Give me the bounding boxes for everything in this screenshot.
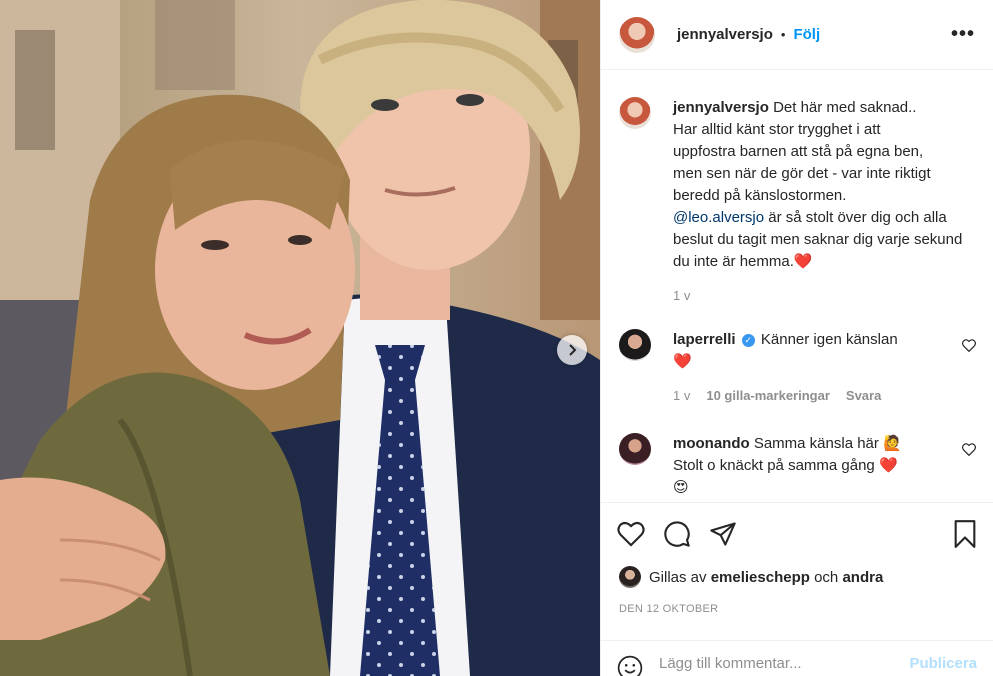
likes-summary: Gillas av emelieschepp och andra <box>619 566 883 588</box>
add-comment-bar: Publicera <box>601 640 993 676</box>
comment-body: Känner igen känslan <box>760 331 898 348</box>
photo-illustration <box>0 0 600 676</box>
reply-button[interactable]: Svara <box>846 385 881 407</box>
comment-item: laperrelli ✓ Känner igen känslan ❤️ 1 v … <box>601 329 993 407</box>
caption-username[interactable]: jennyalversjo <box>673 99 769 116</box>
comment-heart-icon[interactable] <box>962 339 976 357</box>
comment-body: Samma känsla här 🙋 <box>753 435 902 452</box>
comment-body-2: Stolt o knäckt på samma gång ❤️ <box>673 457 898 474</box>
comment-likes[interactable]: 10 gilla-markeringar <box>706 385 830 407</box>
comment-icon[interactable] <box>663 520 691 548</box>
caption-line-2: Har alltid känt stor trygghet i att <box>673 121 881 138</box>
author-avatar[interactable] <box>619 16 655 53</box>
caption-line-1: Det här med saknad.. <box>773 99 917 116</box>
comment-username[interactable]: laperrelli <box>673 331 736 348</box>
caption-line-4: men sen när de gör det - var inte riktig… <box>673 165 931 182</box>
comment-text: laperrelli ✓ Känner igen känslan ❤️ 1 v … <box>673 329 963 407</box>
comment-input[interactable] <box>659 655 879 672</box>
heart-icon[interactable] <box>617 521 645 547</box>
emoji-icon[interactable] <box>617 655 643 676</box>
comment-text: moonando Samma känsla här 🙋 Stolt o knäc… <box>673 433 963 499</box>
caption-time[interactable]: 1 v <box>673 285 690 307</box>
liker-username[interactable]: emelieschepp <box>711 569 810 586</box>
likes-middle: och <box>814 568 839 586</box>
post-panel: jennyalversjo • Följ ••• jennyalversjo D… <box>600 0 993 676</box>
more-options-icon[interactable]: ••• <box>951 23 975 46</box>
caption: jennyalversjo Det här med saknad.. Har a… <box>601 97 981 307</box>
comment-body-3: 😍 <box>673 479 689 496</box>
chevron-right-icon <box>569 344 577 356</box>
comment-avatar[interactable] <box>619 433 651 465</box>
likes-others-link[interactable]: andra <box>842 569 883 586</box>
caption-avatar[interactable] <box>619 97 651 129</box>
next-photo-button[interactable] <box>557 335 587 365</box>
caption-line-5: beredd på känslostormen. <box>673 187 847 204</box>
comment-heart-icon[interactable] <box>962 443 976 461</box>
liker-avatar[interactable] <box>619 566 641 588</box>
comment-item: moonando Samma känsla här 🙋 Stolt o knäc… <box>601 433 993 499</box>
comment-meta: 1 v 10 gilla-markeringar Svara <box>673 385 963 407</box>
comment-username[interactable]: moonando <box>673 435 750 452</box>
publish-button[interactable]: Publicera <box>909 655 977 672</box>
comment-time[interactable]: 1 v <box>673 385 690 407</box>
comments-list[interactable]: jennyalversjo Det här med saknad.. Har a… <box>601 71 993 502</box>
mention-link[interactable]: @leo.alversjo <box>673 209 764 226</box>
follow-button[interactable]: Följ <box>793 26 820 43</box>
comment-avatar[interactable] <box>619 329 651 361</box>
post-date[interactable]: DEN 12 OKTOBER <box>619 603 718 615</box>
author-username[interactable]: jennyalversjo <box>677 26 773 43</box>
post-header: jennyalversjo • Följ ••• <box>601 0 993 70</box>
caption-text: jennyalversjo Det här med saknad.. Har a… <box>673 97 963 307</box>
action-bar <box>601 502 993 564</box>
comment-body-2: ❤️ <box>673 353 692 370</box>
bookmark-icon[interactable] <box>953 519 977 548</box>
likes-prefix: Gillas av <box>649 568 707 586</box>
caption-meta: 1 v <box>673 285 963 307</box>
verified-badge-icon: ✓ <box>741 334 755 347</box>
post-photo[interactable] <box>0 0 600 676</box>
separator-dot: • <box>780 27 786 42</box>
caption-line-3: uppfostra barnen att stå på egna ben, <box>673 143 924 160</box>
share-icon[interactable] <box>709 521 737 547</box>
